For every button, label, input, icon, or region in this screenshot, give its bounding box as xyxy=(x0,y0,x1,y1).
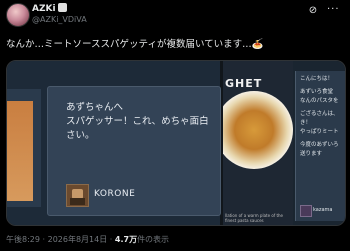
letter-line: こんにちは！ xyxy=(300,76,334,82)
media-grid: あずちゃんへ スパゲッサー！これ、めちゃ面白 さい。 KORONE GHET l… xyxy=(6,60,346,226)
user-handle[interactable]: @AZKi_VDiVA xyxy=(32,15,87,24)
display-name[interactable]: AZKi xyxy=(32,3,67,14)
character-portrait xyxy=(66,184,89,207)
meta-separator: · xyxy=(109,235,113,244)
pasta-plate-image xyxy=(223,91,293,169)
more-icon[interactable]: ··· xyxy=(327,4,340,15)
letter-line: なんのパスタを xyxy=(300,98,339,104)
views-count: 4.7万 xyxy=(114,235,138,244)
display-name-text: AZKi xyxy=(32,4,56,14)
message-text: あずちゃんへ スパゲッサー！これ、めちゃ面白 さい。 xyxy=(66,101,216,143)
message-line: スパゲッサー！これ、めちゃ面白 xyxy=(66,116,209,127)
attached-image-2[interactable]: GHET llation of a warm plate of the fine… xyxy=(223,61,345,225)
pasta-poster: GHET llation of a warm plate of the fine… xyxy=(223,61,293,225)
post-text: なんか…ミートソーススパゲッティが複数届いています…🍝 xyxy=(6,39,264,50)
letter-text: こんにちは！ あずいろ食堂 なんのパスタを ござるさんは、 き！ やっぱりミート… xyxy=(300,75,344,159)
letter-line: ござるさんは、 xyxy=(300,111,339,117)
meta-separator: · xyxy=(42,235,46,244)
verified-badge-icon xyxy=(57,3,67,12)
grok-icon[interactable]: ⊘ xyxy=(307,5,319,17)
avatar[interactable] xyxy=(6,3,30,27)
sender-name: kazama xyxy=(313,207,333,213)
poster-caption: llation of a warm plate of the finest pa… xyxy=(225,213,284,223)
post-meta: 午後8:29 · 2026年8月14日 · 4.7万件の表示 xyxy=(6,234,169,245)
letter-line: 送ります xyxy=(300,151,323,157)
sender-name: KORONE xyxy=(94,189,136,199)
views-label: 件の表示 xyxy=(137,235,170,244)
image-left-paper xyxy=(7,101,33,201)
letter-card: こんにちは！ あずいろ食堂 なんのパスタを ござるさんは、 き！ やっぱりミート… xyxy=(295,71,345,221)
message-card: あずちゃんへ スパゲッサー！これ、めちゃ面白 さい。 KORONE xyxy=(47,86,221,216)
message-line: あずちゃんへ xyxy=(66,102,124,113)
character-portrait xyxy=(300,205,312,217)
post-time[interactable]: 午後8:29 xyxy=(6,235,40,244)
poster-title: GHET xyxy=(225,77,263,90)
letter-line: あずいろ食堂 xyxy=(300,89,334,95)
letter-line: 今度のあずいろ xyxy=(300,142,339,148)
letter-line: やっぱりミート xyxy=(300,129,339,135)
letter-line: き！ xyxy=(300,120,312,126)
message-line: さい。 xyxy=(66,130,95,141)
post-date[interactable]: 2026年8月14日 xyxy=(48,235,108,244)
attached-image-1[interactable]: あずちゃんへ スパゲッサー！これ、めちゃ面白 さい。 KORONE xyxy=(7,61,221,225)
